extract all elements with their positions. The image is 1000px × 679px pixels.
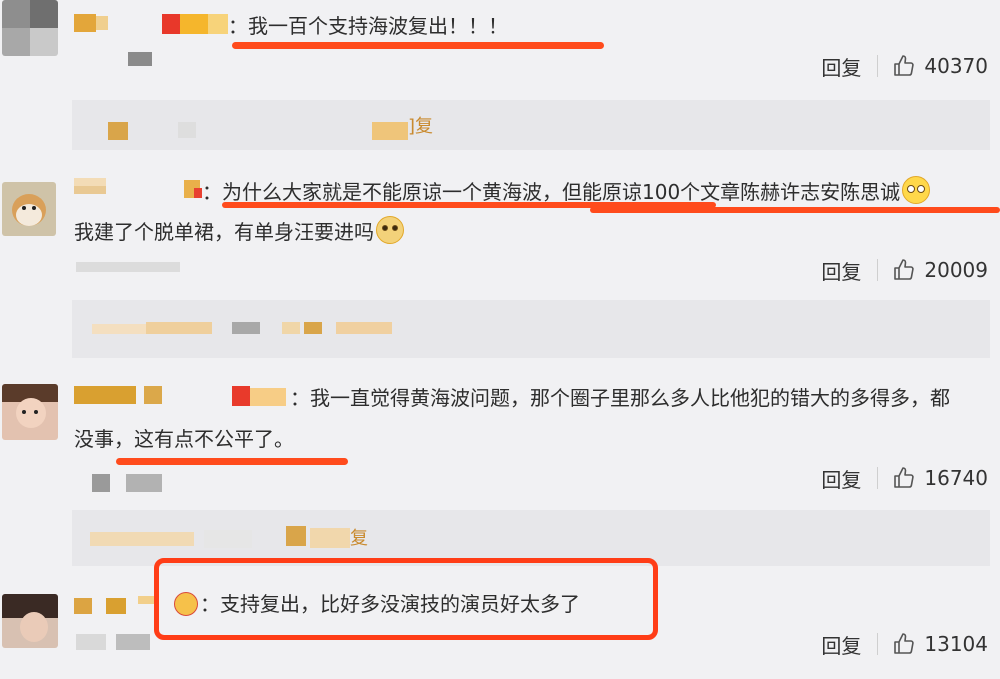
like-count: 40370 <box>924 54 988 78</box>
eye-roll-emoji-icon <box>902 176 931 204</box>
comment-actions: 回复 13104 <box>821 626 988 662</box>
divider <box>877 467 879 489</box>
timestamp-mosaic <box>76 634 106 650</box>
reply-fragment: ]复 <box>408 116 434 137</box>
comment-text-line2: 没事，这有点不公平了。 <box>74 427 294 451</box>
thumbs-up-icon <box>894 55 915 76</box>
comment-actions: 回复 16740 <box>821 460 988 496</box>
reply-button[interactable]: 回复 <box>821 464 877 493</box>
timestamp-mosaic <box>76 262 180 272</box>
reply-button[interactable]: 回复 <box>821 256 877 285</box>
avatar[interactable] <box>2 384 58 440</box>
timestamp-mosaic <box>92 474 110 492</box>
thumbs-up-icon <box>894 259 915 280</box>
highlight-underline <box>116 458 348 465</box>
comment-actions: 回复 40370 <box>821 48 988 84</box>
timestamp-mosaic <box>128 52 152 66</box>
doge-emoji-icon <box>376 216 404 244</box>
like-count: 16740 <box>924 466 988 490</box>
highlight-box <box>154 558 658 640</box>
like-count: 20009 <box>924 258 988 282</box>
like-button[interactable]: 16740 <box>892 466 988 490</box>
comment-text: ：我一百个支持海波复出！！！ <box>228 14 508 38</box>
like-count: 13104 <box>924 632 988 656</box>
comment-actions: 回复 20009 <box>821 252 988 288</box>
avatar[interactable] <box>2 182 56 236</box>
reply-preview[interactable]: ]复 <box>72 100 990 150</box>
reply-button[interactable]: 回复 <box>821 52 877 81</box>
divider <box>877 633 879 655</box>
divider <box>877 55 879 77</box>
comment-text-line2: 我建了个脱单裙，有单身汪要进吗 <box>74 212 404 252</box>
avatar[interactable] <box>2 594 58 648</box>
highlight-underline <box>590 207 1000 213</box>
thumbs-up-icon <box>894 633 915 654</box>
like-button[interactable]: 13104 <box>892 632 988 656</box>
thumbs-up-icon <box>894 467 915 488</box>
avatar[interactable] <box>2 0 58 56</box>
like-button[interactable]: 40370 <box>892 54 988 78</box>
divider <box>877 259 879 281</box>
like-button[interactable]: 20009 <box>892 258 988 282</box>
comment-text: ：我一直觉得黄海波问题，那个圈子里那么多人比他犯的错大的多得多，都 <box>290 386 950 410</box>
reply-button[interactable]: 回复 <box>821 630 877 659</box>
reply-fragment: 复 <box>350 528 368 549</box>
highlight-underline <box>232 42 604 49</box>
reply-preview[interactable] <box>72 300 990 358</box>
